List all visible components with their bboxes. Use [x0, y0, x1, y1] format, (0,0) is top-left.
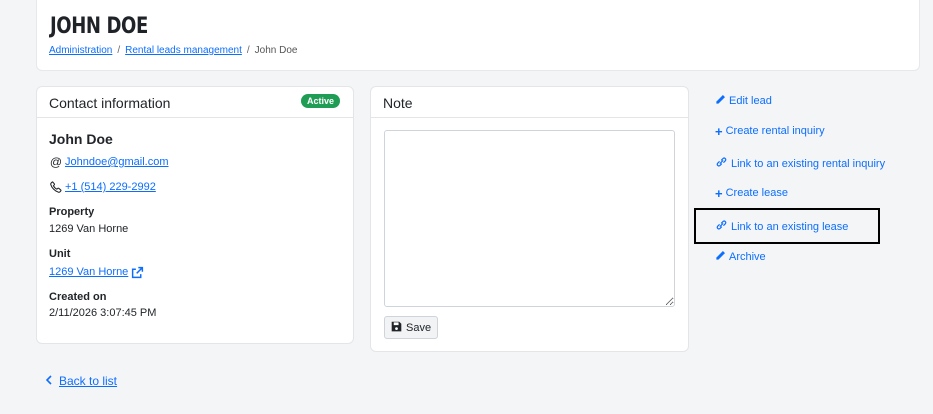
page-title: JOHN DOE — [50, 14, 148, 39]
note-card: Note Save — [370, 86, 689, 352]
link-icon — [715, 156, 728, 171]
breadcrumb-current: John Doe — [254, 45, 298, 56]
email-link[interactable]: Johndoe@gmail.com — [65, 156, 169, 168]
pencil-icon — [715, 250, 726, 264]
created-on-label: Created on — [49, 291, 107, 303]
contact-card-title: Contact information — [49, 95, 171, 111]
contact-information-card: Contact information Active John Doe @ Jo… — [36, 86, 354, 344]
contact-name: John Doe — [49, 131, 113, 147]
contact-card-header: Contact information Active — [37, 87, 353, 118]
status-badge: Active — [300, 94, 340, 108]
archive-action[interactable]: Archive — [715, 250, 766, 264]
page-header: JOHN DOE Administration / Rental leads man… — [36, 0, 920, 71]
save-button[interactable]: Save — [384, 316, 439, 339]
breadcrumb: Administration / Rental leads management / J… — [49, 45, 297, 56]
breadcrumb-administration[interactable]: Administration — [49, 45, 112, 56]
save-label: Save — [406, 321, 432, 334]
chevron-left-icon — [45, 374, 53, 388]
property-label: Property — [49, 206, 95, 218]
edit-lead-action[interactable]: Edit lead — [715, 94, 772, 108]
at-icon: @ — [49, 155, 63, 169]
contact-phone-row: +1 (514) 229-2992 — [49, 180, 156, 194]
contact-email-row: @ Johndoe@gmail.com — [49, 155, 169, 169]
phone-link[interactable]: +1 (514) 229-2992 — [65, 181, 156, 193]
note-card-title: Note — [383, 95, 413, 111]
unit-label: Unit — [49, 248, 71, 260]
link-rental-inquiry-action[interactable]: Link to an existing rental inquiry — [715, 156, 885, 171]
highlight-box — [694, 208, 880, 244]
created-on-value: 2/11/2026 3:07:45 PM — [49, 307, 157, 319]
property-value: 1269 Van Horne — [49, 223, 129, 235]
phone-icon — [49, 180, 63, 194]
external-link-icon[interactable] — [130, 265, 144, 279]
create-rental-inquiry-action[interactable]: + Create rental inquiry — [715, 123, 825, 139]
note-textarea[interactable] — [384, 130, 675, 307]
breadcrumb-rental-leads[interactable]: Rental leads management — [125, 45, 242, 56]
save-icon — [391, 321, 402, 335]
pencil-icon — [715, 94, 726, 108]
note-card-header: Note — [371, 87, 688, 118]
unit-link[interactable]: 1269 Van Horne — [49, 266, 128, 278]
plus-icon: + — [715, 185, 723, 201]
breadcrumb-separator: / — [117, 45, 121, 56]
unit-value-row: 1269 Van Horne — [49, 265, 146, 279]
back-to-list-link[interactable]: Back to list — [45, 374, 117, 388]
plus-icon: + — [715, 123, 723, 139]
create-lease-action[interactable]: + Create lease — [715, 185, 788, 201]
breadcrumb-separator: / — [246, 45, 250, 56]
